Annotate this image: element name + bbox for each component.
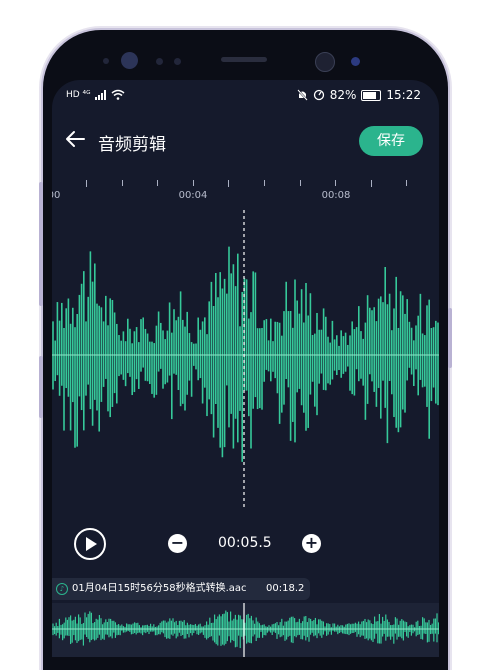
- timeline-tick: [264, 180, 265, 186]
- top-bar: 音频剪辑 保存: [52, 124, 439, 160]
- phone-side-button: [39, 356, 43, 418]
- back-button[interactable]: [64, 128, 90, 154]
- timeline-label: 00: [52, 190, 61, 201]
- network-type-label: HD ⁴ᴳ: [66, 89, 91, 100]
- timeline-tick: [121, 180, 123, 186]
- timeline-tick: [370, 180, 372, 187]
- timeline-tick: [192, 180, 194, 186]
- file-info-bar: ♪ 01月04日15时56分58秒格式转换.aac 00:18.2: [52, 578, 310, 600]
- overview-waveform[interactable]: [52, 603, 439, 657]
- page-title: 音频剪辑: [98, 135, 166, 155]
- timeline-tick: [228, 180, 230, 187]
- status-bar: HD ⁴ᴳ 82% 15:22: [52, 80, 439, 112]
- arrow-left-icon: [66, 131, 85, 147]
- phone-side-button: [39, 182, 43, 306]
- sensor-dot: [351, 57, 360, 66]
- front-camera: [121, 52, 138, 69]
- zoom-in-button[interactable]: +: [302, 534, 321, 553]
- sensor-dot: [174, 58, 181, 65]
- sensor-dot: [103, 58, 109, 64]
- battery-percent: 82%: [329, 88, 357, 102]
- playback-controls: − 00:05.5 +: [52, 528, 439, 560]
- timeline-tick: [406, 180, 408, 186]
- save-button[interactable]: 保存: [359, 126, 423, 156]
- phone-side-button: [448, 308, 452, 368]
- timeline-tick: [157, 180, 159, 186]
- timeline-tick: [86, 180, 87, 187]
- app-screen: HD ⁴ᴳ 82% 15:22 音频剪辑 保存 0 00:04 00:08 − …: [52, 80, 439, 657]
- timeline-tick: [299, 180, 301, 186]
- sensor-dot: [156, 58, 163, 65]
- signal-icon: [94, 89, 106, 100]
- music-note-icon: ♪: [56, 583, 68, 595]
- file-name: 01月04日15时56分58秒格式转换.aac: [72, 583, 247, 594]
- earpiece-speaker: [221, 57, 267, 62]
- battery-icon: [361, 89, 382, 101]
- timeline-tick: [335, 180, 337, 186]
- status-right: 82% 15:22: [296, 88, 421, 102]
- current-time: 00:05.5: [218, 535, 272, 551]
- file-duration: 00:18.2: [266, 583, 305, 594]
- timeline-ruler: 00 00:04 00:08: [52, 176, 439, 206]
- timeline-label: 00:04: [178, 190, 208, 201]
- zoom-out-button[interactable]: −: [168, 534, 187, 553]
- clock: 15:22: [386, 88, 421, 102]
- play-button[interactable]: [74, 528, 106, 560]
- status-left: HD ⁴ᴳ: [66, 89, 125, 100]
- mute-bell-icon: [296, 89, 308, 101]
- waveform[interactable]: [52, 210, 439, 510]
- wifi-icon: [111, 89, 125, 100]
- timeline-label: 00:08: [321, 190, 351, 201]
- iris-camera: [315, 52, 335, 72]
- rotation-lock-icon: [313, 89, 324, 101]
